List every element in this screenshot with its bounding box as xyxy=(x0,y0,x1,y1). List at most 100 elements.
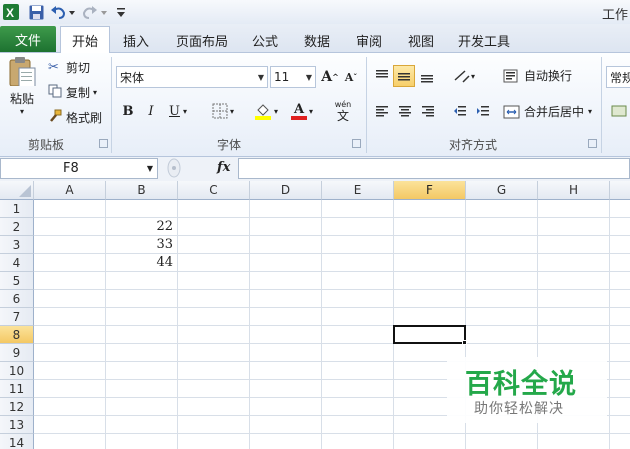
fill-color-button[interactable]: ▾ xyxy=(250,100,282,122)
watermark-subtitle: 助你轻松解决 xyxy=(474,401,564,417)
increase-indent-button[interactable] xyxy=(472,100,494,122)
tab-data[interactable]: 数据 xyxy=(296,28,338,53)
orientation-button[interactable]: ▾ xyxy=(449,65,479,87)
borders-button[interactable]: ▾ xyxy=(208,100,238,122)
alignment-group-label: 对齐方式 xyxy=(449,138,498,152)
paintbrush-icon xyxy=(48,109,66,126)
row-header-5[interactable]: 5 xyxy=(0,272,34,290)
formula-bar: F8 ▼ fx xyxy=(0,157,630,181)
excel-logo-icon[interactable]: X xyxy=(2,3,20,21)
alignment-launcher-icon[interactable] xyxy=(588,139,597,148)
align-center-button[interactable] xyxy=(394,100,416,122)
phonetic-guide-button[interactable]: wén 文 xyxy=(326,98,360,124)
name-box-value: F8 xyxy=(63,161,79,176)
row-header-3[interactable]: 3 xyxy=(0,236,34,254)
chevron-down-icon[interactable]: ▼ xyxy=(147,164,153,173)
fill-handle[interactable] xyxy=(462,340,467,345)
number-format-value: 常规 xyxy=(610,70,630,85)
italic-button[interactable]: I xyxy=(140,100,162,122)
font-color-button[interactable]: A ▾ xyxy=(286,100,318,122)
select-all-corner[interactable] xyxy=(0,181,34,200)
row-header-1[interactable]: 1 xyxy=(0,200,34,218)
cell-b2[interactable]: 22 xyxy=(106,218,176,236)
clipboard-group-label: 剪贴板 xyxy=(28,138,65,152)
chevron-down-icon: ▾ xyxy=(182,106,187,116)
cut-button[interactable]: ✂ 剪切 xyxy=(48,59,90,76)
align-top-icon xyxy=(376,70,388,78)
chevron-down-icon: ▼ xyxy=(257,73,264,82)
grid-line xyxy=(34,289,630,290)
tab-file[interactable]: 文件 xyxy=(0,26,56,52)
formula-input[interactable] xyxy=(238,158,630,179)
accounting-format-button[interactable] xyxy=(608,100,630,122)
shrink-font-button[interactable]: Aˇ xyxy=(340,66,362,88)
format-painter-button[interactable]: 格式刷 xyxy=(48,109,102,126)
tab-review[interactable]: 审阅 xyxy=(348,28,390,53)
formula-controls: fx xyxy=(160,158,238,179)
tab-insert[interactable]: 插入 xyxy=(114,28,158,53)
row-header-14[interactable]: 14 xyxy=(0,434,34,449)
tab-page-layout[interactable]: 页面布局 xyxy=(170,28,234,53)
align-left-button[interactable] xyxy=(371,100,393,122)
wrap-text-button[interactable]: 自动换行 xyxy=(503,67,572,84)
underline-button[interactable]: U ▾ xyxy=(163,100,193,122)
align-right-button[interactable] xyxy=(417,100,439,122)
row-header-11[interactable]: 11 xyxy=(0,380,34,398)
undo-icon[interactable] xyxy=(50,3,76,21)
save-icon[interactable] xyxy=(28,3,44,21)
copy-button[interactable]: 复制 ▾ xyxy=(48,84,97,101)
row-header-7[interactable]: 7 xyxy=(0,308,34,326)
bold-button[interactable]: B xyxy=(117,100,139,122)
insert-function-icon[interactable]: fx xyxy=(217,160,230,175)
clipboard-launcher-icon[interactable] xyxy=(99,139,108,148)
column-header-d[interactable]: D xyxy=(250,181,322,200)
align-bottom-button[interactable] xyxy=(416,65,438,87)
column-header-f[interactable]: F xyxy=(394,181,466,200)
column-header-h[interactable]: H xyxy=(538,181,610,200)
row-header-8[interactable]: 8 xyxy=(0,326,34,344)
row-header-12[interactable]: 12 xyxy=(0,398,34,416)
tab-view[interactable]: 视图 xyxy=(400,28,442,53)
customize-toolbar-icon[interactable] xyxy=(114,3,128,21)
format-painter-label: 格式刷 xyxy=(66,111,103,125)
row-header-6[interactable]: 6 xyxy=(0,290,34,308)
paste-button[interactable]: 粘贴 ▾ xyxy=(4,56,40,116)
column-header-g[interactable]: G xyxy=(466,181,538,200)
column-header-b[interactable]: B xyxy=(106,181,178,200)
row-header-2[interactable]: 2 xyxy=(0,218,34,236)
watermark-title: 百科全说 xyxy=(465,369,577,400)
paste-dropdown-icon[interactable]: ▾ xyxy=(20,107,24,116)
cut-label: 剪切 xyxy=(66,61,91,75)
chevron-down-icon: ▾ xyxy=(470,71,475,81)
row-header-4[interactable]: 4 xyxy=(0,254,34,272)
align-middle-button[interactable] xyxy=(393,65,415,87)
grid-line xyxy=(249,200,250,449)
chevron-down-icon[interactable]: ▾ xyxy=(588,107,592,116)
number-format-select[interactable]: 常规 xyxy=(606,66,630,88)
column-header-e[interactable]: E xyxy=(322,181,394,200)
cell-b4[interactable]: 44 xyxy=(106,254,176,272)
copy-dropdown-icon[interactable]: ▾ xyxy=(93,88,97,97)
phonetic-icon: 文 xyxy=(336,108,349,123)
name-box[interactable]: F8 ▼ xyxy=(0,158,158,179)
column-header-i[interactable] xyxy=(610,181,630,200)
grow-font-button[interactable]: A ^ xyxy=(319,66,341,88)
align-middle-icon xyxy=(398,73,410,81)
font-size-select[interactable]: 11 ▼ xyxy=(270,66,316,88)
merge-center-button[interactable]: 合并后居中 ▾ xyxy=(503,103,592,120)
font-launcher-icon[interactable] xyxy=(352,139,361,148)
column-header-a[interactable]: A xyxy=(34,181,106,200)
tab-formulas[interactable]: 公式 xyxy=(244,28,286,53)
redo-icon[interactable] xyxy=(82,3,108,21)
align-top-button[interactable] xyxy=(371,65,393,87)
decrease-indent-button[interactable] xyxy=(449,100,471,122)
active-cell-f8[interactable] xyxy=(393,325,466,344)
column-header-c[interactable]: C xyxy=(178,181,250,200)
row-header-10[interactable]: 10 xyxy=(0,362,34,380)
tab-developer[interactable]: 开发工具 xyxy=(452,28,516,53)
font-name-select[interactable]: 宋体 ▼ xyxy=(116,66,268,88)
tab-home[interactable]: 开始 xyxy=(60,26,110,54)
cell-b3[interactable]: 33 xyxy=(106,236,176,254)
row-header-9[interactable]: 9 xyxy=(0,344,34,362)
row-header-13[interactable]: 13 xyxy=(0,416,34,434)
